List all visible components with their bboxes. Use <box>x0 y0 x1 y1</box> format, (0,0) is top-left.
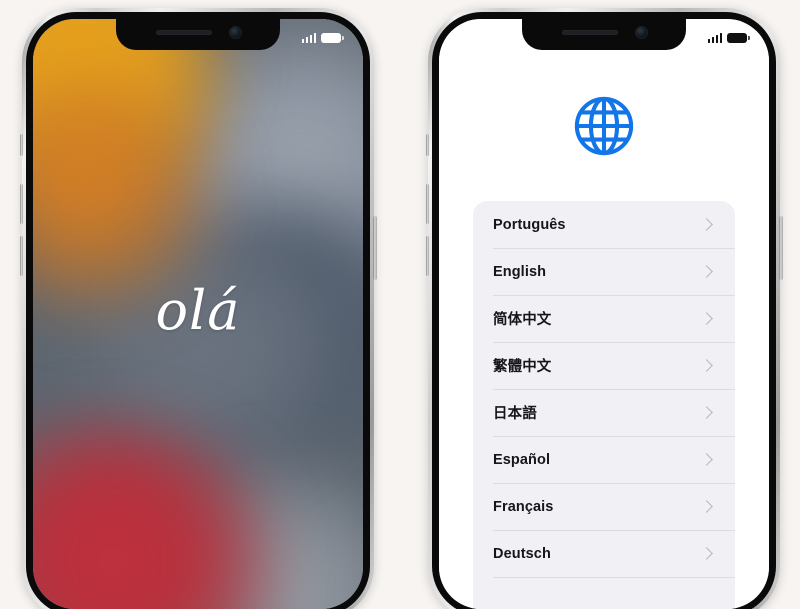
language-row-portugues[interactable]: Português <box>473 201 735 248</box>
signal-bars-icon <box>301 32 316 43</box>
language-list: Português English 简体中文 繁體中文 日本語 Español … <box>473 201 735 609</box>
chevron-right-icon <box>700 359 713 372</box>
language-row-traditional-chinese[interactable]: 繁體中文 <box>473 342 735 389</box>
language-label: 日本語 <box>493 406 537 422</box>
greeting-text: olá <box>155 278 241 342</box>
language-label: 繁體中文 <box>493 359 552 375</box>
right-phone-volume-down-button[interactable] <box>425 236 429 276</box>
chevron-right-icon <box>700 312 713 325</box>
left-phone-mute-switch[interactable] <box>20 134 23 156</box>
language-row-partial[interactable] <box>473 577 735 609</box>
left-phone-power-button[interactable] <box>373 216 377 280</box>
chevron-right-icon <box>700 218 713 231</box>
left-phone-volume-up-button[interactable] <box>19 184 23 224</box>
language-label: 简体中文 <box>493 312 552 328</box>
right-phone-power-button[interactable] <box>779 216 783 280</box>
left-phone-device: olá <box>19 8 377 609</box>
right-phone-device: Português English 简体中文 繁體中文 日本語 Español … <box>425 8 783 609</box>
right-phone-screen: Português English 简体中文 繁體中文 日本語 Español … <box>439 19 769 609</box>
left-phone-screen: olá <box>33 19 363 609</box>
right-phone-volume-up-button[interactable] <box>425 184 429 224</box>
language-label: Español <box>493 451 551 468</box>
language-row-japanese[interactable]: 日本語 <box>473 389 735 436</box>
language-label: Português <box>493 216 566 233</box>
chevron-right-icon <box>700 265 713 278</box>
language-row-deutsch[interactable]: Deutsch <box>473 530 735 577</box>
language-row-simplified-chinese[interactable]: 简体中文 <box>473 295 735 342</box>
chevron-right-icon <box>700 453 713 466</box>
language-row-espanol[interactable]: Español <box>473 436 735 483</box>
language-row-francais[interactable]: Français <box>473 483 735 530</box>
language-label: English <box>493 263 547 280</box>
language-selection-screen: Português English 简体中文 繁體中文 日本語 Español … <box>439 19 769 609</box>
screenshot-canvas: olá Português English 简体中文 繁體中文 日本語 Espa… <box>0 0 800 609</box>
right-phone-mute-switch[interactable] <box>426 134 429 156</box>
globe-icon <box>574 96 634 156</box>
signal-bars-icon <box>707 32 722 43</box>
language-label: Français <box>493 498 554 515</box>
battery-icon <box>321 32 344 43</box>
chevron-right-icon <box>700 406 713 419</box>
battery-icon <box>727 32 750 43</box>
language-label: Deutsch <box>493 545 551 562</box>
chevron-right-icon <box>700 500 713 513</box>
greeting-text-container: olá <box>33 19 363 609</box>
right-phone-status-bar <box>439 19 769 50</box>
globe-icon-container <box>439 95 769 157</box>
left-phone-volume-down-button[interactable] <box>19 236 23 276</box>
language-row-english[interactable]: English <box>473 248 735 295</box>
chevron-right-icon <box>700 547 713 560</box>
left-phone-status-bar <box>33 19 363 50</box>
